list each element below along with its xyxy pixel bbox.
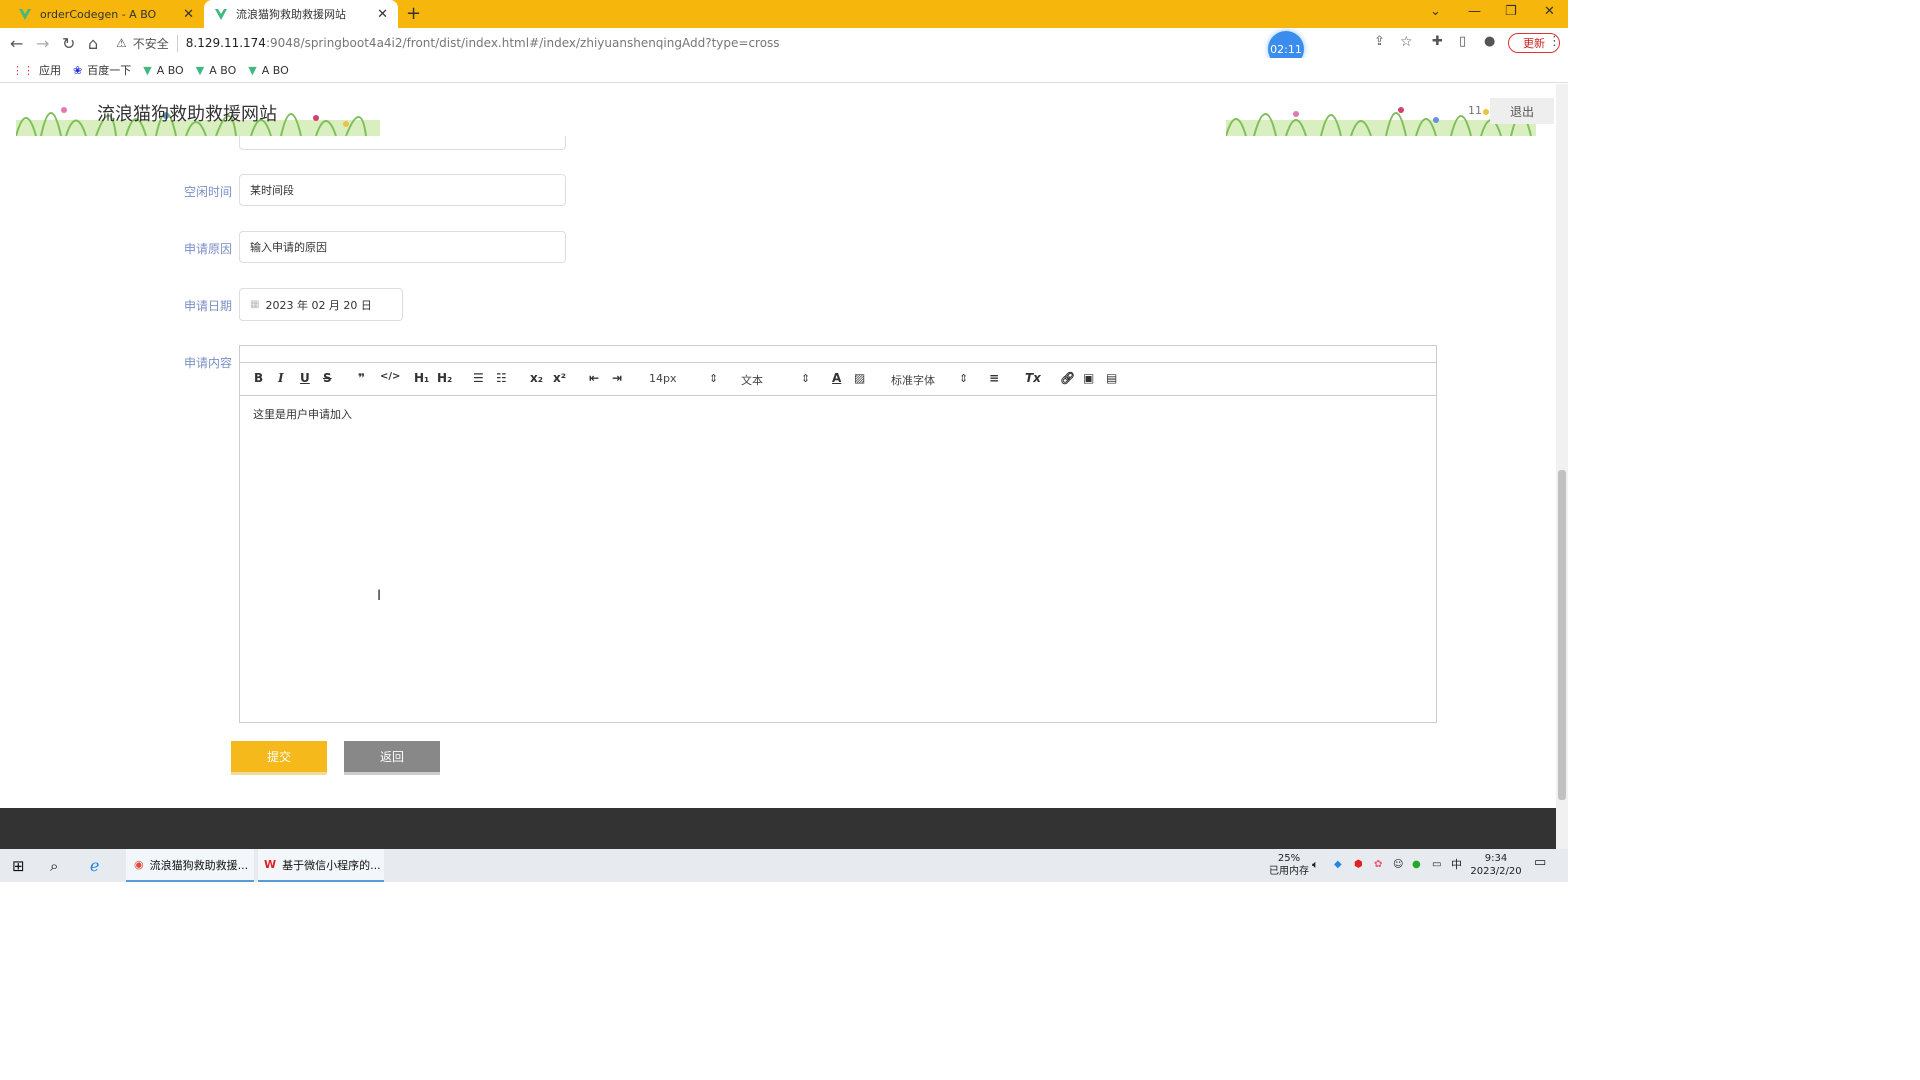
h1-icon[interactable]: H₁	[414, 371, 429, 385]
taskbar-wps[interactable]: W 基于微信小程序的...	[258, 849, 384, 882]
editor-frame	[239, 345, 1437, 362]
editor-toolbar: B I U S ❞ </> H₁ H₂ ☰ ☷ x₂ x² ⇤ ⇥ 14px ⇕…	[239, 362, 1437, 396]
bold-icon[interactable]: B	[254, 371, 263, 385]
ime-indicator[interactable]: 中	[1451, 858, 1462, 871]
profile-icon[interactable]: ●	[1484, 34, 1495, 49]
minimize-icon[interactable]: —	[1468, 4, 1481, 19]
text-cursor-icon: I	[377, 588, 382, 604]
chrome-icon: ◉	[134, 858, 144, 871]
vue-icon	[214, 7, 228, 21]
bullet-list-icon[interactable]: ☷	[496, 371, 507, 385]
site-title[interactable]: 流浪猫狗救助救援网站	[97, 100, 277, 126]
align-icon[interactable]: ≡	[989, 371, 999, 385]
video-icon[interactable]: ▤	[1106, 371, 1117, 385]
vue-icon	[18, 7, 32, 21]
close-icon[interactable]: ✕	[377, 7, 388, 22]
app-tray-icon[interactable]: ◆	[1334, 858, 1342, 871]
apps-grid-icon: ⋮⋮	[12, 63, 34, 77]
network-icon[interactable]: ▭	[1432, 858, 1441, 871]
bookmark-apps[interactable]: ⋮⋮ 应用	[12, 62, 61, 78]
content-label: 申请内容	[183, 356, 232, 370]
search-icon[interactable]: ⌕	[50, 849, 58, 882]
bookmark-abo-3[interactable]: ▼ A BO	[248, 64, 289, 77]
text-color-icon[interactable]: A	[832, 371, 841, 385]
windows-start-icon[interactable]: ⊞	[12, 849, 25, 882]
restore-icon[interactable]: ❐	[1505, 4, 1517, 19]
site-footer	[0, 808, 1556, 849]
reason-input[interactable]: 输入申请的原因	[239, 231, 566, 263]
editor-content[interactable]: 这里是用户申请加入	[239, 396, 1437, 723]
bookmark-abo-1[interactable]: ▼ A BO	[143, 64, 184, 77]
font-family-select[interactable]: 标准字体	[891, 372, 935, 388]
share-icon[interactable]: ⇪	[1374, 34, 1385, 49]
warning-icon: ⚠	[116, 36, 127, 50]
input-partial[interactable]	[239, 136, 566, 150]
window-close-icon[interactable]: ✕	[1544, 4, 1555, 19]
font-size-select[interactable]: 14px	[649, 372, 677, 385]
calendar-icon: ▦	[250, 299, 260, 310]
submit-button[interactable]: 提交	[231, 741, 327, 775]
subscript-icon[interactable]: x₂	[530, 371, 543, 385]
ie-icon[interactable]: ℯ	[90, 849, 99, 882]
reason-label: 申请原因	[183, 242, 232, 256]
quote-icon[interactable]: ❞	[358, 371, 365, 385]
new-tab-icon[interactable]: +	[406, 3, 421, 24]
chevron-updown-icon: ⇕	[959, 372, 969, 385]
baidu-paw-icon: ❀	[73, 63, 83, 77]
app-tray-icon[interactable]: ✿	[1374, 858, 1382, 871]
logout-button[interactable]: 退出	[1490, 98, 1554, 124]
app-tray-icon[interactable]: ●	[1412, 858, 1421, 871]
tab-rescue-site[interactable]: 流浪猫狗救助救援网站 ✕	[204, 0, 398, 28]
home-icon[interactable]: ⌂	[88, 34, 98, 53]
clear-format-icon[interactable]: Tx	[1025, 371, 1041, 385]
ordered-list-icon[interactable]: ☰	[473, 371, 484, 385]
link-icon[interactable]: 🔗︎	[1060, 371, 1075, 385]
memory-indicator[interactable]: 25% 已用内存	[1268, 852, 1310, 878]
superscript-icon[interactable]: x²	[553, 371, 566, 385]
bookmark-abo-2[interactable]: ▼ A BO	[196, 64, 237, 77]
bookmark-baidu[interactable]: ❀ 百度一下	[73, 62, 131, 78]
chevron-updown-icon: ⇕	[801, 372, 811, 385]
star-icon[interactable]: ☆	[1400, 34, 1413, 50]
forward-icon[interactable]: →	[36, 34, 49, 53]
url-bar[interactable]: ⚠ 不安全 8.129.11.174:9048/springboot4a4i2/…	[116, 32, 1356, 54]
strike-icon[interactable]: S	[323, 371, 332, 385]
chevron-down-icon[interactable]: ⌄	[1430, 4, 1441, 19]
h2-icon[interactable]: H₂	[437, 371, 452, 385]
idle-time-input[interactable]: 某时间段	[239, 174, 566, 206]
vue-icon: ▼	[143, 63, 152, 77]
back-icon[interactable]: ←	[10, 34, 23, 53]
qq-icon[interactable]: ☺	[1393, 858, 1403, 871]
chevron-updown-icon: ⇕	[709, 372, 719, 385]
sidebar-icon[interactable]: ▯	[1459, 34, 1466, 49]
scrollbar-thumb[interactable]	[1558, 470, 1566, 800]
volume-icon[interactable]: 🔈︎	[1312, 858, 1319, 871]
bookmarks-bar: ⋮⋮ 应用 ❀ 百度一下 ▼ A BO ▼ A BO ▼ A BO	[0, 58, 1568, 83]
reload-icon[interactable]: ↻	[62, 34, 75, 53]
back-button[interactable]: 返回	[344, 741, 440, 775]
underline-icon[interactable]: U	[300, 371, 310, 385]
wps-icon: W	[264, 858, 277, 871]
background-color-icon[interactable]: ▨	[854, 371, 865, 385]
code-icon[interactable]: </>	[380, 371, 400, 382]
indent-icon[interactable]: ⇥	[612, 371, 622, 385]
idle-time-label: 空闲时间	[183, 185, 232, 199]
shield-icon[interactable]: ⬢	[1354, 858, 1363, 871]
heading-select[interactable]: 文本	[741, 372, 763, 388]
vue-icon: ▼	[248, 63, 257, 77]
image-icon[interactable]: ▣	[1083, 371, 1094, 385]
clock[interactable]: 9:34 2023/2/20	[1468, 852, 1524, 878]
outdent-icon[interactable]: ⇤	[589, 371, 599, 385]
date-label: 申请日期	[183, 299, 232, 313]
date-picker[interactable]: ▦ 2023 年 02 月 20 日	[239, 288, 403, 321]
vue-icon: ▼	[195, 63, 205, 77]
taskbar-chrome[interactable]: ◉ 流浪猫狗救助救援...	[126, 849, 254, 882]
notification-icon[interactable]: ▭	[1534, 856, 1546, 869]
italic-icon[interactable]: I	[278, 371, 284, 385]
tab-ordercodegen[interactable]: orderCodegen - A BO ✕	[8, 0, 204, 28]
close-icon[interactable]: ✕	[183, 7, 194, 22]
extensions-icon[interactable]: ✚	[1432, 34, 1443, 49]
user-name[interactable]: 11	[1468, 104, 1482, 117]
menu-icon[interactable]: ⋮	[1548, 34, 1561, 49]
